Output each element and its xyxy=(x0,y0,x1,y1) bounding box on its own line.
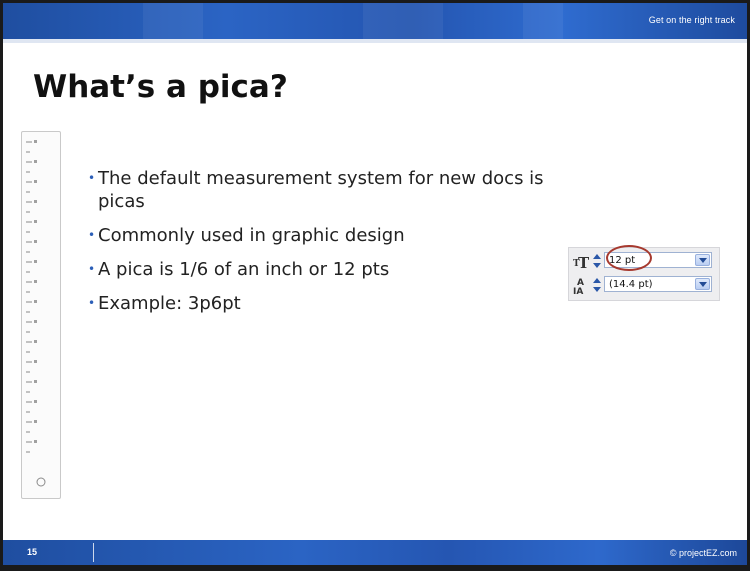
bullet-item: • The default measurement system for new … xyxy=(88,167,558,213)
leading-spinner-icon[interactable] xyxy=(592,277,602,293)
header-rule xyxy=(3,39,747,43)
bullet-item: • A pica is 1/6 of an inch or 12 pts xyxy=(88,258,558,281)
font-size-dropdown-icon[interactable] xyxy=(695,254,710,266)
bullet-item: • Example: 3p6pt xyxy=(88,292,558,315)
footer-copyright: © projectEZ.com xyxy=(669,548,737,558)
slide-title: What’s a pica? xyxy=(33,69,288,105)
ruler-ticks xyxy=(26,140,46,487)
bullet-text: The default measurement system for new d… xyxy=(98,168,544,212)
header-stripe xyxy=(363,3,443,39)
highlight-circle xyxy=(606,245,652,271)
font-size-spinner-icon[interactable] xyxy=(592,253,602,269)
bullet-icon: • xyxy=(88,296,96,310)
bullet-icon: • xyxy=(88,262,96,276)
bullet-text: Commonly used in graphic design xyxy=(98,225,405,246)
bullet-icon: • xyxy=(88,171,96,185)
bullet-icon: • xyxy=(88,228,96,242)
bullet-item: • Commonly used in graphic design xyxy=(88,224,558,247)
header-stripe xyxy=(143,3,203,39)
footer-band: 15 © projectEZ.com xyxy=(3,540,747,565)
leading-icon: A IA xyxy=(573,278,584,294)
leading-value: (14.4 pt) xyxy=(609,279,653,290)
ruler-icon xyxy=(21,131,61,499)
bullet-list: • The default measurement system for new … xyxy=(88,167,558,326)
svg-text:T: T xyxy=(578,254,589,270)
svg-text:IA: IA xyxy=(573,287,583,294)
leading-dropdown-icon[interactable] xyxy=(695,278,710,290)
bullet-text: A pica is 1/6 of an inch or 12 pts xyxy=(98,259,390,280)
header-band: Get on the right track xyxy=(3,3,747,39)
header-stripe xyxy=(523,3,563,39)
font-size-panel: T T 12 pt A IA (14.4 pt) xyxy=(568,245,720,301)
bullet-text: Example: 3p6pt xyxy=(98,293,241,314)
leading-row: A IA (14.4 pt) xyxy=(573,274,715,296)
slide: Get on the right track What’s a pica? • … xyxy=(3,3,747,565)
footer-divider xyxy=(93,543,94,562)
header-tagline: Get on the right track xyxy=(648,15,735,25)
slide-number: 15 xyxy=(27,547,38,557)
font-size-row: T T 12 pt xyxy=(573,245,715,272)
leading-field[interactable]: (14.4 pt) xyxy=(604,276,712,292)
font-size-icon: T T xyxy=(573,254,589,270)
